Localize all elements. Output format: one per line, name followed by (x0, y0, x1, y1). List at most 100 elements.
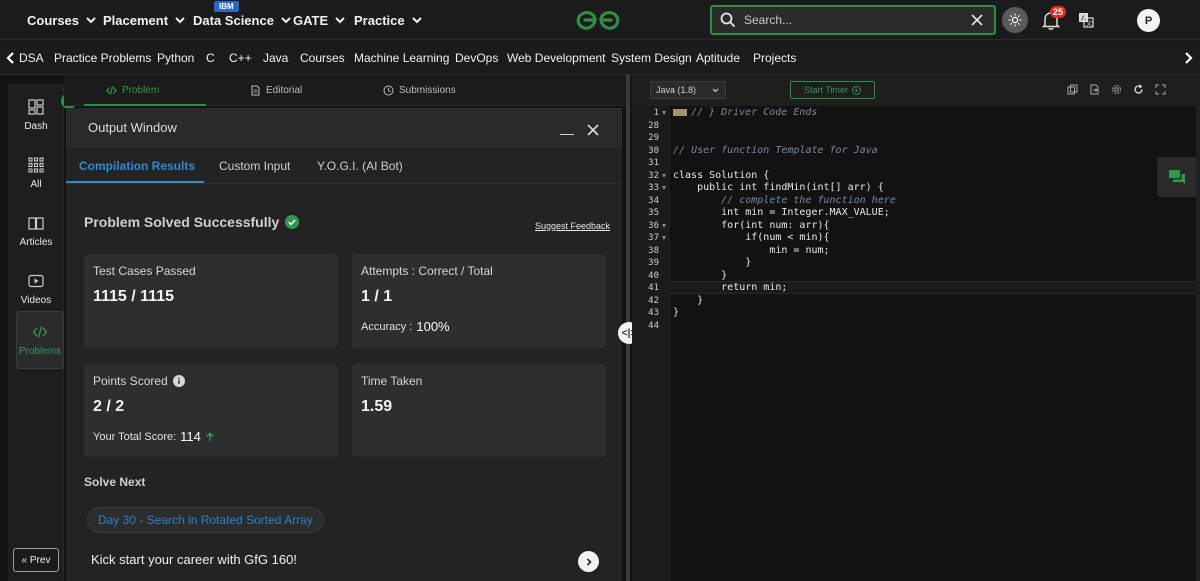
left-sidebar: Dash All Articles Videos Problems (8, 84, 64, 581)
line-number: 32 (648, 170, 659, 181)
tab-problem[interactable]: Problem (106, 75, 159, 106)
arrow-up-icon (206, 431, 214, 441)
subnav-item-practice-problems[interactable]: Practice Problems (54, 41, 151, 75)
subnav-item-dsa[interactable]: DSA (19, 41, 44, 75)
start-timer-label: Start Timer (803, 85, 848, 95)
chevron-down-icon (335, 17, 345, 24)
prev-button[interactable]: « Prev (13, 548, 59, 572)
info-icon[interactable] (172, 375, 185, 387)
next-problem-link[interactable]: Day 30 - Search in Rotated Sorted Array (87, 507, 324, 533)
subnav-item-system-design[interactable]: System Design (611, 41, 692, 75)
chevron-down-icon (281, 17, 291, 24)
copy-icon[interactable] (1067, 84, 1078, 95)
tab-problem-label: Problem (122, 85, 160, 96)
total-score-label: Your Total Score: (93, 430, 177, 443)
code-line: return min; (673, 282, 788, 293)
tab-editorial[interactable]: Editorial (250, 75, 302, 106)
code-line: // } Driver Code Ends (673, 107, 817, 118)
line-number: 42 (648, 295, 659, 306)
user-avatar[interactable]: P (1137, 9, 1160, 32)
nav-data-science-label: Data Science (193, 12, 274, 28)
sidebar-item-all[interactable]: All (8, 144, 64, 202)
search-input[interactable] (744, 13, 964, 27)
video-icon (28, 274, 44, 287)
gfg-logo-icon[interactable] (573, 8, 623, 32)
nav-data-science[interactable]: Data Science (193, 0, 292, 40)
sidebar-item-problems[interactable]: Problems (16, 311, 64, 369)
export-file-icon[interactable] (1089, 84, 1100, 95)
chevron-left-icon[interactable] (4, 51, 18, 65)
result-status-text: Problem Solved Successfully (84, 214, 280, 230)
subnav-item-devops[interactable]: DevOps (455, 41, 498, 75)
tab-submissions-label: Submissions (399, 85, 456, 96)
nav-placement[interactable]: Placement (103, 0, 186, 40)
line-number: 29 (648, 133, 659, 143)
folded-code-marker[interactable] (673, 108, 687, 116)
subnav-item-python[interactable]: Python (157, 41, 194, 75)
tab-yogi-ai-bot[interactable]: Y.O.G.I. (AI Bot) (317, 148, 403, 184)
tab-custom-input[interactable]: Custom Input (219, 148, 290, 184)
subnav-item-aptitude[interactable]: Aptitude (696, 41, 740, 75)
code-line: } (673, 269, 728, 281)
language-select[interactable]: Java (1.8) (650, 81, 726, 99)
sidebar-item-articles[interactable]: Articles (8, 202, 64, 260)
kick-start-arrow-button[interactable] (578, 551, 599, 572)
line-number: 28 (648, 120, 659, 131)
sidebar-item-dash[interactable]: Dash (8, 86, 64, 144)
top-navbar: Courses Placement IBM Data Science GATE … (0, 0, 1200, 40)
suggest-feedback-link[interactable]: Suggest Feedback (535, 221, 610, 231)
editor-scrollbar[interactable] (1196, 106, 1200, 581)
output-window-title: Output Window (88, 120, 177, 135)
nav-practice[interactable]: Practice (354, 0, 423, 40)
clear-search-icon[interactable] (970, 13, 984, 27)
category-navbar: DSA Practice Problems Python C C++ Java … (0, 41, 1200, 75)
settings-gear-icon[interactable] (1111, 84, 1122, 95)
tab-submissions[interactable]: Submissions (383, 75, 456, 106)
reset-code-icon[interactable] (1133, 84, 1144, 95)
fold-arrow-icon[interactable] (661, 110, 667, 116)
line-number: 40 (648, 270, 659, 281)
chevron-down-icon (712, 88, 719, 93)
nav-gate[interactable]: GATE (293, 0, 346, 40)
subnav-item-projects[interactable]: Projects (753, 41, 796, 75)
chevron-right-icon[interactable] (1181, 51, 1195, 65)
attempts-label: Attempts : Correct / Total (361, 264, 493, 278)
translate-icon[interactable]: A文 (1078, 12, 1094, 28)
tab-compilation-results[interactable]: Compilation Results (79, 148, 195, 184)
accuracy-label: Accuracy : (361, 320, 413, 333)
accuracy-value: 100% (416, 319, 450, 334)
code-line: min = num; (673, 244, 830, 256)
code-icon (32, 325, 48, 338)
nav-placement-label: Placement (103, 12, 169, 28)
subnav-item-courses[interactable]: Courses (300, 41, 345, 75)
subnav-item-machine-learning[interactable]: Machine Learning (354, 41, 449, 75)
fold-arrow-icon[interactable] (661, 235, 667, 241)
theme-toggle-button[interactable] (1002, 7, 1028, 33)
subnav-item-c[interactable]: C (206, 41, 215, 75)
nav-courses[interactable]: Courses (27, 0, 97, 40)
fold-arrow-icon[interactable] (661, 185, 667, 191)
active-tab-indicator (66, 181, 204, 183)
clock-icon (383, 85, 394, 96)
sidebar-item-label: Problems (18, 345, 62, 357)
fold-arrow-icon[interactable] (661, 223, 667, 229)
subnav-item-web-development[interactable]: Web Development (507, 41, 606, 75)
solve-next-heading: Solve Next (84, 475, 146, 489)
chat-button[interactable] (1157, 157, 1197, 197)
close-icon[interactable] (587, 124, 599, 136)
subnav-item-java[interactable]: Java (263, 41, 288, 75)
fold-arrow-icon[interactable] (661, 173, 667, 179)
book-icon (28, 216, 44, 230)
chevron-down-icon (86, 17, 96, 24)
fullscreen-icon[interactable] (1155, 84, 1166, 95)
minimize-icon[interactable] (560, 134, 574, 135)
sidebar-item-videos[interactable]: Videos (8, 260, 64, 318)
line-number: 39 (648, 258, 659, 268)
search-box[interactable] (710, 5, 996, 35)
problem-tabs: Problem Editorial Submissions (64, 75, 626, 106)
output-window-header: Output Window (66, 108, 622, 148)
start-timer-button[interactable]: Start Timer (790, 81, 875, 99)
subnav-item-cpp[interactable]: C++ (229, 41, 252, 75)
nav-courses-label: Courses (27, 12, 80, 28)
chevron-right-icon (586, 557, 592, 566)
